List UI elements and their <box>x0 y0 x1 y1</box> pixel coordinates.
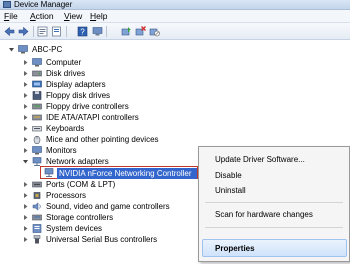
uninstall-icon[interactable] <box>135 26 146 37</box>
computer-icon <box>18 45 28 54</box>
menu-separator <box>205 202 343 203</box>
tree-item-mice[interactable]: Mice and other pointing devices <box>22 134 222 145</box>
menu-item-scan-hardware[interactable]: Scan for hardware changes <box>215 209 313 220</box>
expand-icon[interactable] <box>22 136 29 143</box>
expand-icon[interactable] <box>22 203 29 210</box>
expand-icon[interactable] <box>22 81 29 88</box>
menu-view[interactable]: View <box>64 11 82 22</box>
tree-item-nvidia-network-controller[interactable]: NVIDIA nForce Networking Controller #2 <box>40 166 198 189</box>
processor-icon <box>32 191 42 200</box>
menu-item-properties[interactable]: Properties <box>215 243 255 254</box>
menu-action[interactable]: Action <box>30 11 54 22</box>
expand-icon[interactable] <box>22 214 29 221</box>
menu-help[interactable]: Help <box>90 11 107 22</box>
expand-icon[interactable] <box>22 225 29 232</box>
toolbar: ? <box>0 23 350 40</box>
tree-item-disk-drives[interactable]: Disk drives <box>22 68 222 79</box>
context-menu: Update Driver Software... Disable Uninst… <box>198 146 350 262</box>
tree-item-ide-controllers[interactable]: IDE ATA/ATAPI controllers <box>22 112 222 123</box>
floppy-disk-icon <box>32 91 42 100</box>
forward-arrow-icon[interactable] <box>18 26 29 37</box>
back-arrow-icon[interactable] <box>4 26 15 37</box>
port-icon <box>32 180 42 189</box>
usb-icon <box>32 235 42 244</box>
expand-icon[interactable] <box>22 103 29 110</box>
monitor-icon <box>32 146 42 155</box>
tree-item-floppy-drive-controllers[interactable]: Floppy drive controllers <box>22 101 222 112</box>
properties-icon[interactable] <box>37 26 48 37</box>
tree-item-processors[interactable]: Processors <box>22 190 198 201</box>
speaker-icon <box>32 202 42 211</box>
selected-device-label: NVIDIA nForce Networking Controller #2 <box>57 168 197 189</box>
toolbar-separator <box>66 26 67 37</box>
collapse-icon[interactable] <box>8 46 15 53</box>
tree-item-sound-video[interactable]: Sound, video and game controllers <box>22 201 198 212</box>
expand-icon[interactable] <box>22 147 29 154</box>
window-title: Device Manager <box>14 0 73 9</box>
tree-item-monitors[interactable]: Monitors <box>22 145 222 156</box>
expand-icon[interactable] <box>22 192 29 199</box>
expand-icon[interactable] <box>22 59 29 66</box>
device-manager-icon <box>3 1 11 8</box>
network-adapter-icon <box>44 168 54 177</box>
tree-item-floppy-disk-drives[interactable]: Floppy disk drives <box>22 90 222 101</box>
tree-item-storage-controllers[interactable]: Storage controllers <box>22 212 198 223</box>
expand-icon[interactable] <box>22 181 29 188</box>
tree-item-system-devices[interactable]: System devices <box>22 223 198 234</box>
display-adapter-icon <box>32 80 42 89</box>
tree-item-usb-controllers[interactable]: Universal Serial Bus controllers <box>22 234 198 245</box>
system-device-icon <box>32 224 42 233</box>
menu-file[interactable]: File <box>4 11 18 22</box>
tree-root[interactable]: ABC-PC <box>8 44 128 55</box>
tree-item-computer[interactable]: Computer <box>22 57 222 68</box>
title-bar: Device Manager <box>0 0 350 10</box>
network-adapter-icon <box>32 157 42 166</box>
computer-icon[interactable] <box>92 26 103 37</box>
disk-drive-icon <box>32 69 42 78</box>
expand-icon[interactable] <box>22 70 29 77</box>
menu-item-update-driver[interactable]: Update Driver Software... <box>215 154 305 165</box>
update-driver-icon[interactable] <box>121 26 132 37</box>
mouse-icon <box>32 135 42 144</box>
controller-icon <box>32 102 42 111</box>
ide-controller-icon <box>32 113 42 122</box>
keyboard-icon <box>32 124 42 133</box>
tree-item-display-adapters[interactable]: Display adapters <box>22 79 222 90</box>
properties-sheet-icon[interactable] <box>51 26 62 37</box>
menu-separator <box>205 227 343 228</box>
disable-icon[interactable] <box>149 26 160 37</box>
storage-controller-icon <box>32 213 42 222</box>
toolbar-separator <box>33 26 34 37</box>
toolbar-separator <box>106 26 107 37</box>
tree-item-keyboards[interactable]: Keyboards <box>22 123 222 134</box>
menu-bar: File Action View Help <box>0 10 350 23</box>
collapse-icon[interactable] <box>22 158 29 165</box>
expand-icon[interactable] <box>22 92 29 99</box>
help-icon[interactable]: ? <box>77 26 88 37</box>
computer-icon <box>32 58 42 67</box>
svg-text:?: ? <box>80 28 85 37</box>
tree-item-ports[interactable]: Ports (COM & LPT) <box>22 179 198 190</box>
menu-item-uninstall[interactable]: Uninstall <box>215 185 246 196</box>
expand-icon[interactable] <box>22 114 29 121</box>
expand-icon[interactable] <box>22 125 29 132</box>
expand-icon[interactable] <box>22 236 29 243</box>
menu-item-disable[interactable]: Disable <box>215 170 242 181</box>
